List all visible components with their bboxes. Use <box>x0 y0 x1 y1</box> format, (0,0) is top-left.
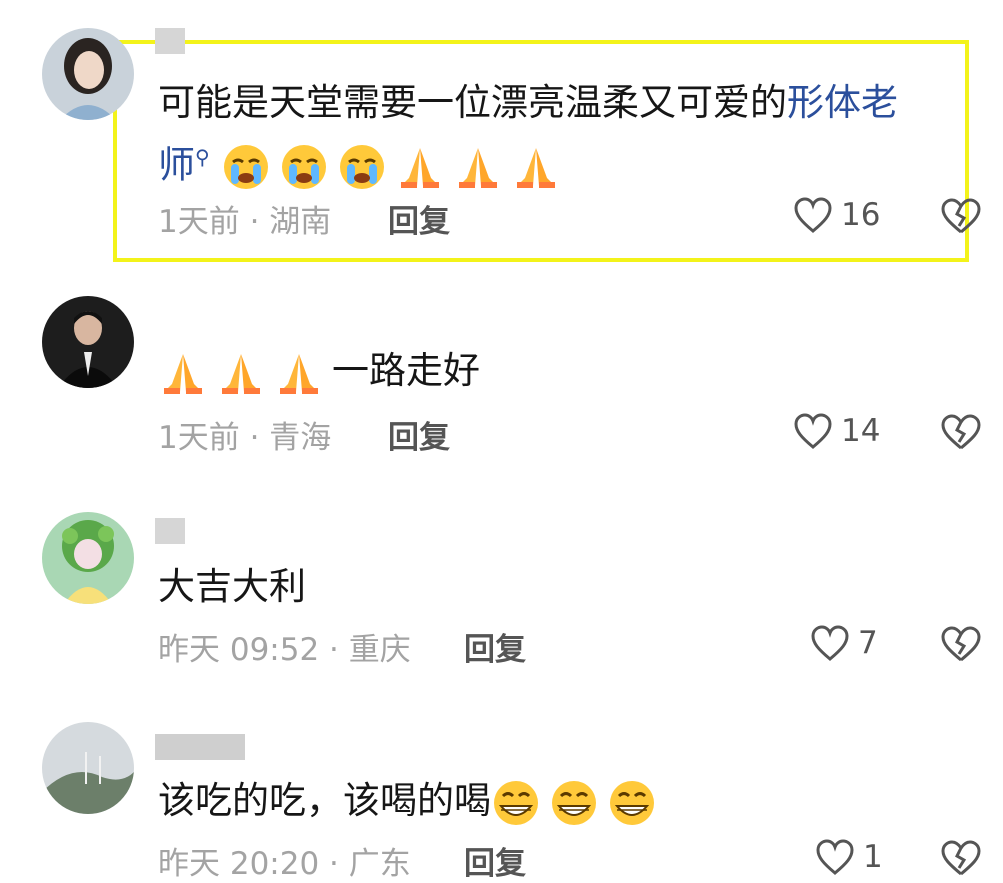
avatar[interactable] <box>42 28 134 120</box>
broken-heart-icon[interactable] <box>940 412 982 452</box>
grin-emoji-icon <box>552 780 596 825</box>
grin-emoji-icon <box>494 780 538 825</box>
like-count: 14 <box>841 413 881 449</box>
heart-icon <box>794 197 832 233</box>
heart-icon <box>811 625 849 661</box>
broken-heart-icon[interactable] <box>940 838 982 878</box>
like-button[interactable]: 16 <box>793 196 880 234</box>
search-link[interactable]: 形体老 <box>787 81 898 124</box>
comment-text: 该吃的吃，该喝的喝 <box>158 776 665 828</box>
reply-button[interactable]: 回复 <box>464 624 526 669</box>
username-blurred <box>155 518 185 544</box>
avatar[interactable] <box>42 296 134 388</box>
crying-emoji-icon <box>282 144 327 189</box>
broken-heart-icon[interactable] <box>940 196 982 236</box>
like-count: 7 <box>858 625 878 661</box>
reply-button[interactable]: 回复 <box>388 196 450 241</box>
reply-button[interactable]: 回复 <box>464 838 526 883</box>
pray-emoji-icon <box>280 353 318 394</box>
comment-location: 广东 <box>348 846 411 882</box>
comment-text-line2: 师⚲ <box>158 132 569 192</box>
heart-icon <box>794 413 832 449</box>
like-button[interactable]: 14 <box>793 412 880 450</box>
like-button[interactable]: 7 <box>810 624 878 662</box>
username-blurred <box>155 734 245 760</box>
grin-emoji-icon <box>610 780 654 825</box>
avatar[interactable] <box>42 512 134 604</box>
avatar[interactable] <box>42 722 134 814</box>
comment-meta: 昨天 20:20 · 广东 <box>158 846 411 882</box>
comment-meta: 1天前 · 青海 <box>158 420 332 456</box>
username-blurred <box>155 28 185 54</box>
comment-time: 昨天 20:20 <box>158 846 320 882</box>
comment-time: 1天前 <box>158 204 240 240</box>
pray-emoji-icon <box>164 353 202 394</box>
crying-emoji-icon <box>224 144 269 189</box>
comment-text: 大吉大利 <box>158 565 306 608</box>
comment-location: 重庆 <box>348 632 411 668</box>
comment-location: 青海 <box>269 420 332 456</box>
like-button[interactable]: 1 <box>815 838 883 876</box>
comment-time: 昨天 09:52 <box>158 632 320 668</box>
pray-emoji-icon <box>517 147 556 188</box>
crying-emoji-icon <box>340 144 385 189</box>
reply-button[interactable]: 回复 <box>388 412 450 457</box>
comment-text: 可能是天堂需要一位漂亮温柔又可爱的形体老 <box>158 81 898 124</box>
pray-emoji-icon <box>401 147 440 188</box>
search-link-cont[interactable]: 师 <box>158 143 195 186</box>
comment-meta: 1天前 · 湖南 <box>158 204 332 240</box>
pray-emoji-icon <box>222 353 260 394</box>
pray-emoji-icon <box>459 147 498 188</box>
comment-meta: 昨天 09:52 · 重庆 <box>158 632 411 668</box>
comment-text: 一路走好 <box>158 346 480 398</box>
comment-location: 湖南 <box>269 204 332 240</box>
comment-time: 1天前 <box>158 420 240 456</box>
broken-heart-icon[interactable] <box>940 624 982 664</box>
heart-icon <box>816 839 854 875</box>
like-count: 1 <box>863 839 883 875</box>
like-count: 16 <box>841 197 881 233</box>
search-icon[interactable]: ⚲ <box>195 145 210 169</box>
